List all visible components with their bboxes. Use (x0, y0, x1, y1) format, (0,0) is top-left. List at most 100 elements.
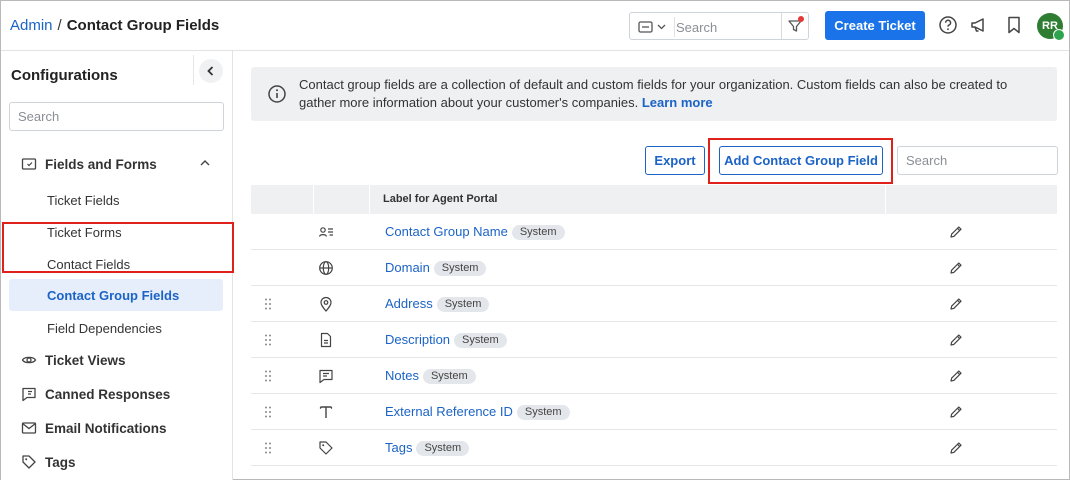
edit-pencil-icon[interactable] (949, 261, 963, 275)
system-badge: System (516, 405, 570, 420)
sidebar-section-label: Canned Responses (45, 387, 171, 402)
contact-card-icon (318, 224, 334, 240)
drag-handle-icon[interactable] (263, 297, 273, 311)
ticket-type-icon (638, 21, 666, 33)
learn-more-link[interactable]: Learn more (642, 95, 713, 110)
sidebar-section-label: Tags (45, 455, 76, 470)
table-row: Description System (251, 322, 1057, 358)
note-icon (318, 368, 334, 384)
field-name-link[interactable]: External Reference ID (385, 404, 513, 419)
column-divider (313, 185, 314, 214)
sidebar-item-label: Contact Group Fields (47, 288, 180, 303)
info-text-block: Contact group fields are a collection of… (299, 76, 1044, 112)
globe-icon (318, 260, 334, 276)
export-button[interactable]: Export (645, 146, 705, 175)
field-name-link[interactable]: Description (385, 332, 450, 347)
search-type-dropdown[interactable] (638, 19, 670, 35)
filter-active-dot (798, 16, 804, 22)
drag-handle-icon[interactable] (263, 369, 273, 383)
tag-icon (318, 440, 334, 456)
highlight-box-sidebar (2, 222, 234, 273)
edit-pencil-icon[interactable] (949, 297, 963, 311)
sidebar-item-contact-group-fields[interactable]: Contact Group Fields (9, 279, 223, 311)
sidebar-item-ticket-fields[interactable]: Ticket Fields (47, 193, 119, 208)
sidebar-section-canned-responses[interactable]: Canned Responses (21, 384, 221, 406)
chevron-left-icon (207, 66, 214, 76)
sidebar-group-fields-and-forms[interactable]: Fields and Forms (21, 154, 221, 176)
field-label-cell: Description System (385, 332, 507, 348)
form-icon (21, 156, 37, 172)
field-label-cell: Tags System (385, 440, 470, 456)
system-badge: System (454, 333, 507, 348)
avatar[interactable]: RR (1037, 13, 1065, 41)
field-name-link[interactable]: Tags (385, 440, 412, 455)
info-banner: Contact group fields are a collection of… (251, 67, 1057, 121)
sidebar-title: Configurations (11, 67, 118, 84)
drag-handle-icon[interactable] (263, 333, 273, 347)
online-status-icon (1053, 29, 1065, 41)
system-badge: System (433, 261, 487, 276)
table-row: Notes System (251, 358, 1057, 394)
text-icon (318, 404, 334, 420)
edit-pencil-icon[interactable] (949, 369, 963, 383)
table-row: Tags System (251, 430, 1057, 466)
field-label-cell: Contact Group Name System (385, 224, 565, 240)
edit-pencil-icon[interactable] (949, 333, 963, 347)
field-label-cell: External Reference ID System (385, 404, 570, 420)
sidebar-section-ticket-views[interactable]: Ticket Views (21, 350, 221, 372)
collapse-sidebar-button[interactable] (199, 59, 223, 83)
sidebar-section-email-notifications[interactable]: Email Notifications (21, 418, 221, 440)
eye-icon (21, 352, 37, 368)
edit-pencil-icon[interactable] (949, 225, 963, 239)
system-badge: System (422, 369, 476, 384)
breadcrumb-separator: / (57, 17, 62, 34)
field-name-link[interactable]: Notes (385, 368, 419, 383)
field-name-link[interactable]: Domain (385, 260, 430, 275)
breadcrumb: Admin / Contact Group Fields (10, 17, 219, 34)
system-badge: System (436, 297, 490, 312)
sidebar-search-input[interactable]: Search (9, 102, 224, 131)
location-pin-icon (318, 296, 334, 312)
filter-divider (781, 13, 782, 39)
highlight-box-add-button (708, 138, 893, 184)
sidebar-section-label: Email Notifications (45, 421, 167, 436)
sidebar-item-field-dependencies[interactable]: Field Dependencies (47, 321, 162, 336)
field-label-cell: Address System (385, 296, 490, 312)
bookmark-icon[interactable] (1004, 15, 1024, 35)
field-name-link[interactable]: Contact Group Name (385, 224, 508, 239)
chevron-up-icon[interactable] (199, 157, 211, 169)
table-row: Domain System (251, 250, 1057, 286)
drag-handle-icon[interactable] (263, 405, 273, 419)
global-search[interactable]: Search (629, 12, 809, 40)
breadcrumb-admin-link[interactable]: Admin (10, 17, 53, 34)
document-icon (318, 332, 334, 348)
system-badge: System (416, 441, 470, 456)
edit-pencil-icon[interactable] (949, 441, 963, 455)
table-search-input[interactable]: Search (897, 146, 1058, 175)
sidebar-header-divider (193, 55, 194, 85)
drag-handle-icon[interactable] (263, 441, 273, 455)
table-row: External Reference ID System (251, 394, 1057, 430)
sidebar-section-tags[interactable]: Tags (21, 452, 221, 474)
table-row: Contact Group Name System (251, 214, 1057, 250)
create-ticket-button[interactable]: Create Ticket (825, 11, 925, 40)
info-icon (267, 84, 287, 104)
tag-icon (21, 454, 37, 470)
email-notification-icon (21, 420, 37, 436)
global-search-input[interactable]: Search (676, 20, 717, 35)
column-divider (369, 185, 370, 214)
column-divider (885, 185, 886, 214)
sidebar-group-label: Fields and Forms (45, 157, 157, 172)
table-row: Address System (251, 286, 1057, 322)
edit-pencil-icon[interactable] (949, 405, 963, 419)
column-header-label: Label for Agent Portal (383, 193, 498, 205)
megaphone-icon[interactable] (969, 15, 989, 35)
chat-bubble-icon (21, 386, 37, 402)
help-icon[interactable] (938, 15, 958, 35)
system-badge: System (511, 225, 565, 240)
field-label-cell: Domain System (385, 260, 487, 276)
field-name-link[interactable]: Address (385, 296, 433, 311)
table-header: Label for Agent Portal (251, 185, 1057, 214)
top-bar: Admin / Contact Group Fields Search Create… (1, 1, 1069, 51)
field-label-cell: Notes System (385, 368, 476, 384)
